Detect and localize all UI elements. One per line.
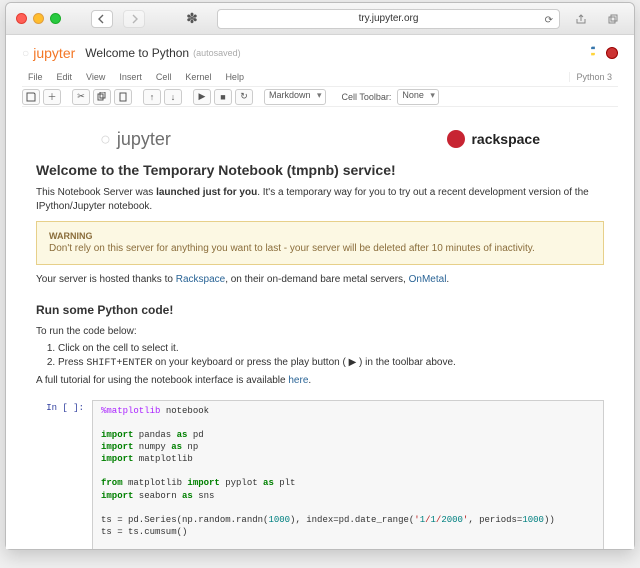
onmetal-link[interactable]: OnMetal <box>409 274 447 285</box>
nav-back-button[interactable] <box>91 10 113 28</box>
restart-icon[interactable]: ↻ <box>235 89 253 105</box>
cell-toolbar-label: Cell Toolbar: <box>342 92 392 102</box>
warning-body: Don't rely on this server for anything y… <box>49 243 535 254</box>
notebook-header: jupyter Welcome to Python (autosaved) <box>22 39 618 67</box>
warning-title: WARNING <box>49 230 591 242</box>
toolbar: ＋ ✂ ↑ ↓ ▶ ■ ↻ Markdown Cell Toolbar: Non… <box>22 87 618 107</box>
notebook-content: jupyter rackspace Welcome to the Tempora… <box>22 107 618 549</box>
cut-icon[interactable]: ✂ <box>72 89 90 105</box>
code-cell[interactable]: In [ ]: %matplotlib notebook import pand… <box>36 400 604 549</box>
notebook-title[interactable]: Welcome to Python <box>85 46 189 60</box>
save-icon[interactable] <box>22 89 40 105</box>
menu-help[interactable]: Help <box>219 72 250 82</box>
add-cell-icon[interactable]: ＋ <box>43 89 61 105</box>
window-close-button[interactable] <box>16 13 27 24</box>
stop-icon[interactable]: ■ <box>214 89 232 105</box>
window-zoom-button[interactable] <box>50 13 61 24</box>
url-text: try.jupyter.org <box>359 13 419 24</box>
tabs-icon[interactable] <box>602 10 624 28</box>
menu-insert[interactable]: Insert <box>113 72 148 82</box>
jupyter-logo[interactable]: jupyter <box>22 45 75 61</box>
move-up-icon[interactable]: ↑ <box>143 89 161 105</box>
python-icon <box>588 46 602 60</box>
menu-view[interactable]: View <box>80 72 111 82</box>
instructions-lead: To run the code below: <box>36 325 604 339</box>
reload-icon[interactable]: ⟳ <box>545 12 553 30</box>
rackspace-link[interactable]: Rackspace <box>176 274 225 285</box>
menu-edit[interactable]: Edit <box>51 72 79 82</box>
paste-icon[interactable] <box>114 89 132 105</box>
menu-file[interactable]: File <box>22 72 49 82</box>
kernel-name[interactable]: Python 3 <box>569 72 618 82</box>
url-bar[interactable]: try.jupyter.org ⟳ <box>217 9 560 29</box>
intro-text: This Notebook Server was launched just f… <box>36 186 604 213</box>
tutorial-link[interactable]: here <box>288 375 308 386</box>
run-icon[interactable]: ▶ <box>193 89 211 105</box>
menu-kernel[interactable]: Kernel <box>179 72 217 82</box>
step-2: Press SHIFT+ENTER on your keyboard or pr… <box>58 356 604 371</box>
jupyter-big-logo: jupyter <box>100 127 171 151</box>
safari-window: ✽ try.jupyter.org ⟳ jupyter Welcome to P… <box>5 2 635 550</box>
cell-toolbar-select[interactable]: None <box>397 89 439 105</box>
menubar: File Edit View Insert Cell Kernel Help P… <box>22 67 618 87</box>
notebook-save-status: (autosaved) <box>193 48 241 58</box>
run-code-heading: Run some Python code! <box>36 302 604 318</box>
window-minimize-button[interactable] <box>33 13 44 24</box>
page-title: Welcome to the Temporary Notebook (tmpnb… <box>36 161 604 180</box>
step-1: Click on the cell to select it. <box>58 342 604 356</box>
host-credit: Your server is hosted thanks to Rackspac… <box>36 273 604 287</box>
cell-prompt: In [ ]: <box>36 400 84 549</box>
warning-box: WARNING Don't rely on this server for an… <box>36 221 604 265</box>
menu-cell[interactable]: Cell <box>150 72 178 82</box>
titlebar: ✽ try.jupyter.org ⟳ <box>6 3 634 35</box>
move-down-icon[interactable]: ↓ <box>164 89 182 105</box>
tutorial-line: A full tutorial for using the notebook i… <box>36 374 604 388</box>
kernel-busy-icon <box>606 47 618 59</box>
cell-type-select[interactable]: Markdown <box>264 89 326 105</box>
copy-icon[interactable] <box>93 89 111 105</box>
rackspace-logo: rackspace <box>447 130 540 149</box>
instruction-list: Click on the cell to select it. Press SH… <box>58 342 604 370</box>
code-input[interactable]: %matplotlib notebook import pandas as pd… <box>92 400 604 549</box>
share-icon[interactable] <box>570 10 592 28</box>
page-viewport[interactable]: jupyter Welcome to Python (autosaved) Fi… <box>6 35 634 549</box>
extension-icon[interactable]: ✽ <box>181 10 203 28</box>
nav-forward-button[interactable] <box>123 10 145 28</box>
